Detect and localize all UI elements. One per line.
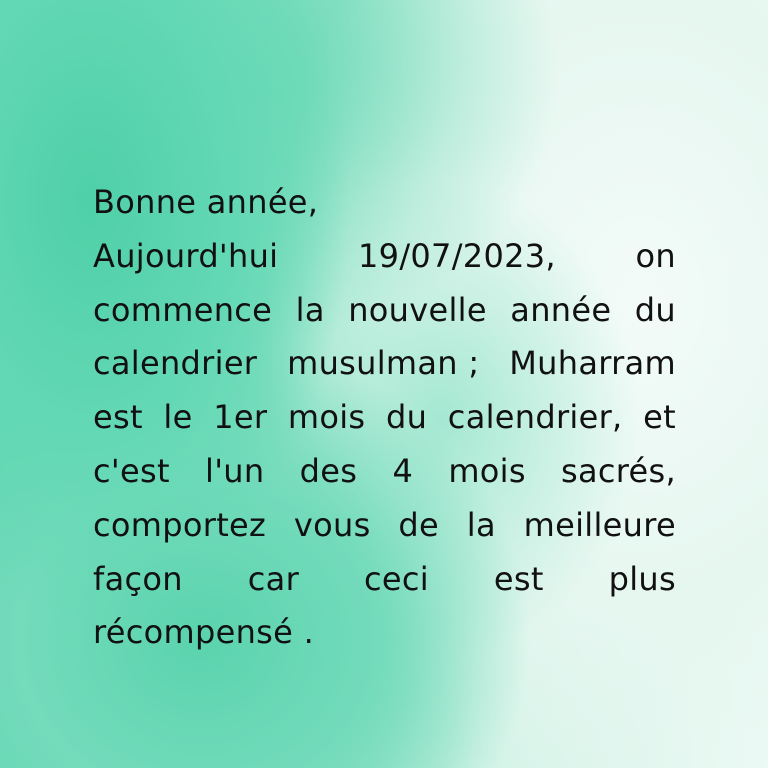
word: est (493, 559, 544, 598)
text-line: façon car ceci est plus (93, 553, 676, 607)
word: Muharram (509, 344, 676, 383)
word: plus (608, 559, 676, 598)
word: commence (93, 290, 273, 329)
word: façon (93, 559, 183, 598)
word: la (466, 505, 496, 544)
word: vous (293, 505, 371, 544)
text-line: commence la nouvelle année du (93, 284, 676, 338)
word: calendrier (93, 344, 258, 383)
word: est (93, 398, 143, 437)
word: c'est (93, 451, 170, 490)
word: meilleure (523, 505, 676, 544)
word: 19/07/2023, (358, 236, 556, 275)
last-line: récompensé . (93, 613, 315, 652)
word: musulman ; (287, 344, 480, 383)
word: calendrier, (447, 398, 623, 437)
message-text: Bonne année, Aujourd'hui 19/07/2023, on com… (93, 176, 676, 660)
word: nouvelle (348, 290, 487, 329)
word: Aujourd'hui (93, 236, 279, 275)
word: la (295, 290, 325, 329)
word: car (247, 559, 300, 598)
word: on (635, 236, 676, 275)
text-line: est le 1er mois du calendrier, et (93, 391, 676, 445)
word: des (299, 451, 358, 490)
word: comportez (93, 505, 267, 544)
word: mois (287, 398, 366, 437)
greeting: Bonne année, (93, 183, 319, 221)
word: mois (448, 451, 526, 490)
word: année (510, 290, 612, 329)
word: 4 (392, 451, 414, 490)
text-line: c'est l'un des 4 mois sacrés, (93, 445, 676, 499)
word: le (163, 398, 193, 437)
word: de (398, 505, 439, 544)
word: du (386, 398, 428, 437)
word: du (634, 290, 676, 329)
text-line: comportez vous de la meilleure (93, 499, 676, 553)
text-line: Aujourd'hui 19/07/2023, on (93, 230, 676, 284)
word: sacrés, (561, 451, 676, 490)
word: et (643, 398, 676, 437)
word: 1er (213, 398, 268, 437)
word: l'un (205, 451, 265, 490)
word: ceci (363, 559, 429, 598)
text-line: calendrier musulman ; Muharram (93, 337, 676, 391)
